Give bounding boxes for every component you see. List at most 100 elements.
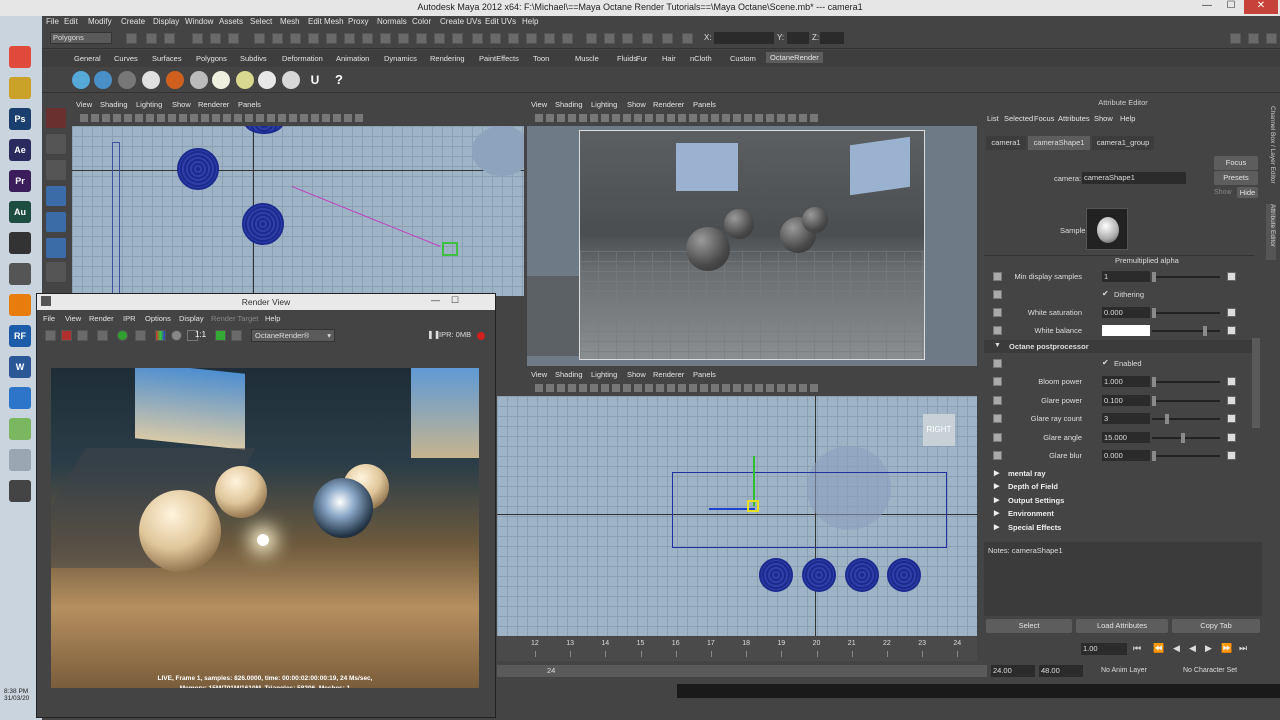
slider-handle[interactable]	[1152, 451, 1156, 461]
status-tool-icon[interactable]	[586, 33, 597, 44]
viewport-tool-icon[interactable]	[722, 384, 730, 392]
play-back-icon[interactable]: ◀	[1189, 643, 1196, 654]
after-effects-icon[interactable]: Ae	[9, 139, 31, 161]
octane-bulb-icon[interactable]	[236, 71, 254, 89]
octane-star-icon[interactable]	[282, 71, 300, 89]
photoshop-icon[interactable]: Ps	[9, 108, 31, 130]
status-tool-icon[interactable]	[380, 33, 391, 44]
viewport-tool-icon[interactable]	[535, 384, 543, 392]
status-tool-icon[interactable]	[544, 33, 555, 44]
ae-tab-camerashape1[interactable]: cameraShape1	[1028, 136, 1090, 150]
status-tool-icon[interactable]	[326, 33, 337, 44]
viewport-menu-panels[interactable]: Panels	[693, 100, 716, 109]
menu-0[interactable]: File	[46, 17, 59, 26]
checkbox-icon[interactable]: ✔	[1102, 358, 1109, 367]
sphere[interactable]	[724, 209, 754, 239]
status-tool-icon[interactable]	[416, 33, 427, 44]
slider-handle[interactable]	[1181, 433, 1185, 443]
status-tool-icon[interactable]	[398, 33, 409, 44]
octane-render-icon[interactable]	[72, 71, 90, 89]
menu-4[interactable]: Display	[153, 17, 179, 26]
viewport-tool-icon[interactable]	[612, 384, 620, 392]
viewport-tool-icon[interactable]	[689, 384, 697, 392]
status-tool-icon[interactable]	[682, 33, 693, 44]
attribute-slider[interactable]	[1152, 326, 1220, 336]
paint-tool-icon[interactable]	[46, 160, 66, 180]
view-cube[interactable]: RIGHT	[923, 414, 955, 446]
viewport-menu-shading[interactable]: Shading	[555, 100, 583, 109]
viewport-tool-icon[interactable]	[289, 114, 297, 122]
viewport-tool-icon[interactable]	[744, 384, 752, 392]
step-back-frame-icon[interactable]: ◀	[1173, 643, 1180, 654]
viewport-tool-icon[interactable]	[733, 114, 741, 122]
shelf-tab-surfaces[interactable]: Surfaces	[152, 54, 182, 63]
viewport-tool-icon[interactable]	[311, 114, 319, 122]
menu-5[interactable]: Window	[185, 17, 213, 26]
viewport-tool-icon[interactable]	[124, 114, 132, 122]
blender-icon[interactable]	[9, 294, 31, 316]
shelf-tab-curves[interactable]: Curves	[114, 54, 138, 63]
render-image[interactable]: LIVE, Frame 1, samples: 826.0000, time: …	[51, 368, 479, 688]
ipr-render-icon[interactable]	[61, 330, 72, 341]
go-to-start-icon[interactable]: ⏮	[1133, 643, 1141, 654]
viewport-menu-panels[interactable]: Panels	[238, 100, 261, 109]
viewport-tool-icon[interactable]	[355, 114, 363, 122]
step-forward-icon[interactable]: ⏩	[1221, 643, 1232, 654]
map-button-icon[interactable]	[1227, 414, 1236, 423]
rf-icon[interactable]: RF	[9, 325, 31, 347]
viewport-tool-icon[interactable]	[678, 384, 686, 392]
step-back-icon[interactable]: ⏪	[1153, 643, 1164, 654]
menu-6[interactable]: Assets	[219, 17, 243, 26]
viewport-tool-icon[interactable]	[113, 114, 121, 122]
viewport-menu-panels[interactable]: Panels	[693, 370, 716, 379]
slider-handle[interactable]	[1165, 414, 1169, 424]
attribute-slider[interactable]	[1152, 433, 1220, 443]
viewport-tool-icon[interactable]	[234, 114, 242, 122]
select-button[interactable]: Select	[986, 619, 1072, 633]
shelf-tab-hair[interactable]: Hair	[662, 54, 676, 63]
viewport-tool-icon[interactable]	[711, 114, 719, 122]
maya-icon[interactable]	[9, 480, 31, 502]
viewport-tool-icon[interactable]	[755, 384, 763, 392]
globe-icon[interactable]	[9, 387, 31, 409]
map-button-icon[interactable]	[1227, 308, 1236, 317]
notes-panel[interactable]: Notes: cameraShape1	[984, 542, 1262, 616]
audition-icon[interactable]: Au	[9, 201, 31, 223]
octane-sphere-icon[interactable]	[142, 71, 160, 89]
viewport-top-left[interactable]	[72, 126, 524, 296]
viewport-tool-icon[interactable]	[777, 384, 785, 392]
slider-handle[interactable]	[1203, 326, 1207, 336]
section-mental-ray[interactable]: ▶ mental ray	[992, 468, 1250, 481]
status-tool-icon[interactable]	[290, 33, 301, 44]
render-view-menu-render-target[interactable]: Render Target	[211, 314, 258, 323]
viewport-tool-icon[interactable]	[645, 384, 653, 392]
viewport-tool-icon[interactable]	[689, 114, 697, 122]
viewport-tool-icon[interactable]	[623, 384, 631, 392]
viewport-tool-icon[interactable]	[722, 114, 730, 122]
go-to-end-icon[interactable]: ⏭	[1239, 643, 1247, 654]
render-view-maximize[interactable]: ☐	[451, 295, 459, 306]
bird-icon[interactable]	[9, 263, 31, 285]
status-tool-icon[interactable]	[210, 33, 221, 44]
shelf-tab-muscle[interactable]: Muscle	[575, 54, 599, 63]
viewport-tool-icon[interactable]	[135, 114, 143, 122]
menu-9[interactable]: Edit Mesh	[308, 17, 344, 26]
ae-menu-show[interactable]: Show	[1094, 114, 1113, 123]
status-tool-icon[interactable]	[622, 33, 633, 44]
viewport-tool-icon[interactable]	[267, 114, 275, 122]
viewport-tool-icon[interactable]	[700, 384, 708, 392]
viewport-tool-icon[interactable]	[744, 114, 752, 122]
shelf-tab-subdivs[interactable]: Subdivs	[240, 54, 267, 63]
shelf-tab-custom[interactable]: Custom	[730, 54, 756, 63]
viewport-menu-lighting[interactable]: Lighting	[591, 100, 617, 109]
status-tool-icon[interactable]	[472, 33, 483, 44]
viewport-menu-view[interactable]: View	[531, 370, 547, 379]
render-view-menu-display[interactable]: Display	[179, 314, 204, 323]
viewport-tool-icon[interactable]	[810, 114, 818, 122]
viewport-tool-icon[interactable]	[678, 114, 686, 122]
viewport-tool-icon[interactable]	[777, 114, 785, 122]
shelf-tab-polygons[interactable]: Polygons	[196, 54, 227, 63]
viewport-tool-icon[interactable]	[788, 114, 796, 122]
viewport-tool-icon[interactable]	[579, 114, 587, 122]
viewport-tool-icon[interactable]	[645, 114, 653, 122]
